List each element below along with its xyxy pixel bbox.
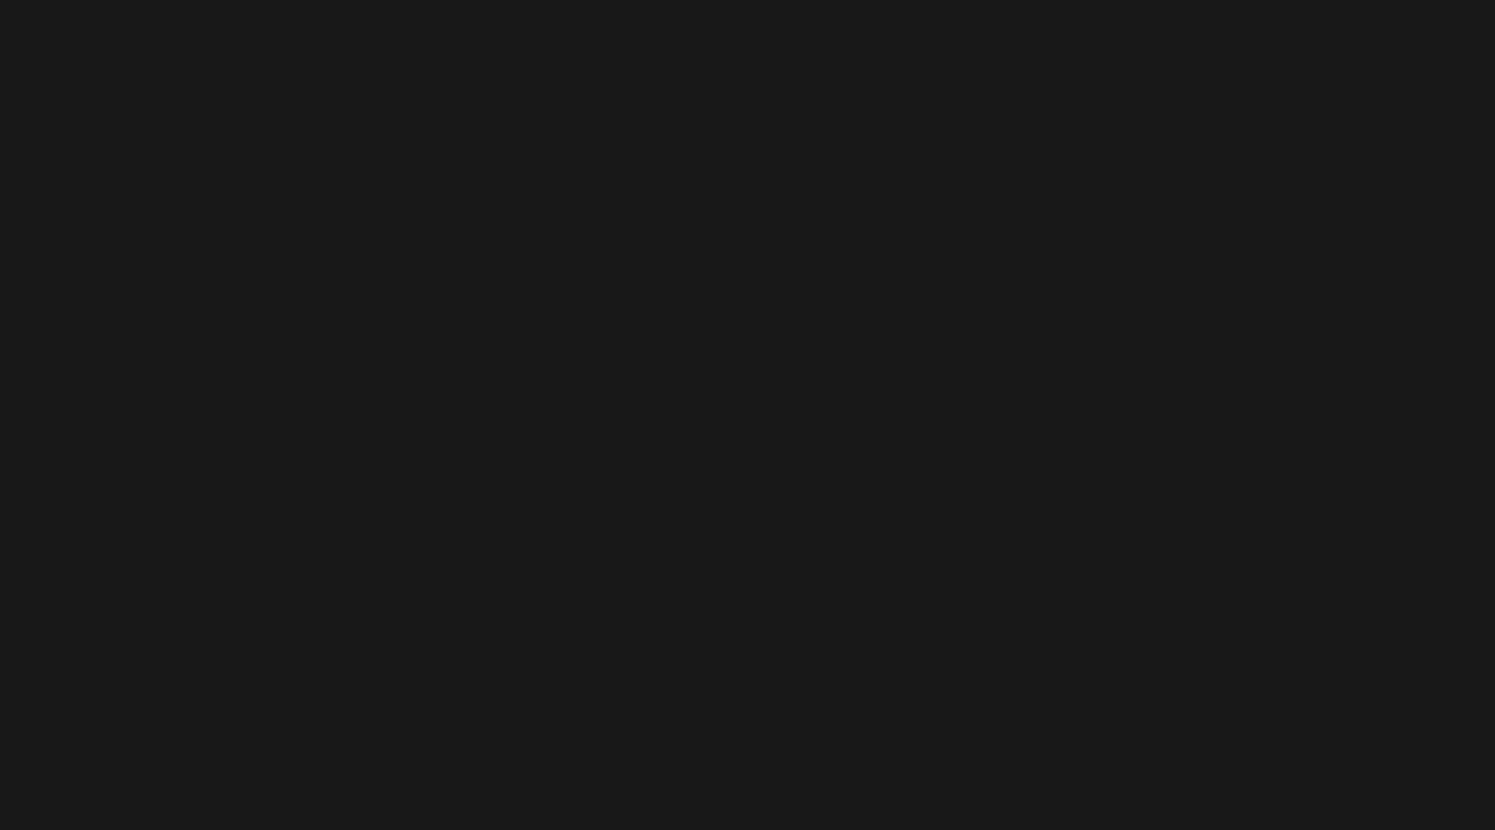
terminal-output[interactable] xyxy=(8,80,1487,609)
